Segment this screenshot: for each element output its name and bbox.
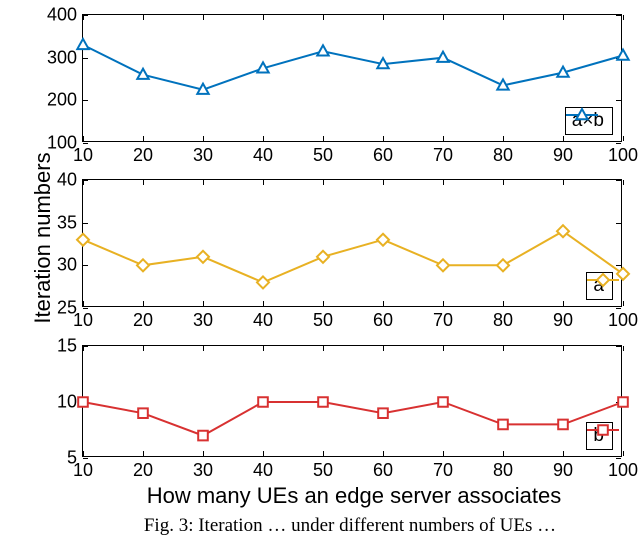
legend: b bbox=[586, 422, 613, 450]
y-tick-label: 400 bbox=[47, 5, 83, 26]
x-tick-label: 100 bbox=[608, 456, 638, 481]
x-tick-label: 70 bbox=[433, 306, 453, 331]
x-tick-label: 60 bbox=[373, 141, 393, 166]
x-axis-label: How many UEs an edge server associates bbox=[147, 483, 562, 509]
y-tick-label: 15 bbox=[57, 336, 83, 357]
x-tick-label: 100 bbox=[608, 306, 638, 331]
x-tick-label: 100 bbox=[608, 141, 638, 166]
y-tick-label: 35 bbox=[57, 212, 83, 233]
y-axis-label: Iteration numbers bbox=[30, 152, 56, 323]
x-tick-label: 40 bbox=[253, 306, 273, 331]
chart-panel-1: 25303540102030405060708090100a bbox=[82, 179, 622, 307]
x-tick-label: 20 bbox=[133, 141, 153, 166]
x-tick-label: 10 bbox=[73, 456, 93, 481]
x-tick-label: 40 bbox=[253, 456, 273, 481]
x-tick-label: 40 bbox=[253, 141, 273, 166]
x-tick-label: 70 bbox=[433, 141, 453, 166]
x-tick-label: 60 bbox=[373, 456, 393, 481]
chart-panel-2: 51015102030405060708090100b bbox=[82, 345, 622, 457]
x-tick-label: 60 bbox=[373, 306, 393, 331]
x-tick-label: 20 bbox=[133, 306, 153, 331]
y-tick-label: 30 bbox=[57, 255, 83, 276]
x-tick-label: 10 bbox=[73, 306, 93, 331]
x-tick-label: 80 bbox=[493, 456, 513, 481]
x-tick-label: 30 bbox=[193, 456, 213, 481]
legend: a bbox=[586, 272, 613, 300]
series-line bbox=[83, 346, 623, 458]
x-tick-label: 30 bbox=[193, 306, 213, 331]
series-line bbox=[83, 15, 623, 143]
x-tick-label: 80 bbox=[493, 141, 513, 166]
y-tick-label: 200 bbox=[47, 90, 83, 111]
x-tick-label: 30 bbox=[193, 141, 213, 166]
y-tick-label: 300 bbox=[47, 47, 83, 68]
chart-panel-0: 100200300400102030405060708090100a×b bbox=[82, 14, 622, 142]
x-tick-label: 50 bbox=[313, 141, 333, 166]
series-line bbox=[83, 180, 623, 308]
x-tick-label: 90 bbox=[553, 306, 573, 331]
x-tick-label: 80 bbox=[493, 306, 513, 331]
figure-caption: Fig. 3: Iteration … under different numb… bbox=[144, 515, 556, 537]
x-tick-label: 90 bbox=[553, 456, 573, 481]
y-tick-label: 40 bbox=[57, 170, 83, 191]
x-tick-label: 10 bbox=[73, 141, 93, 166]
x-tick-label: 50 bbox=[313, 306, 333, 331]
x-tick-label: 50 bbox=[313, 456, 333, 481]
x-tick-label: 20 bbox=[133, 456, 153, 481]
x-tick-label: 90 bbox=[553, 141, 573, 166]
legend: a×b bbox=[565, 107, 613, 135]
x-tick-label: 70 bbox=[433, 456, 453, 481]
